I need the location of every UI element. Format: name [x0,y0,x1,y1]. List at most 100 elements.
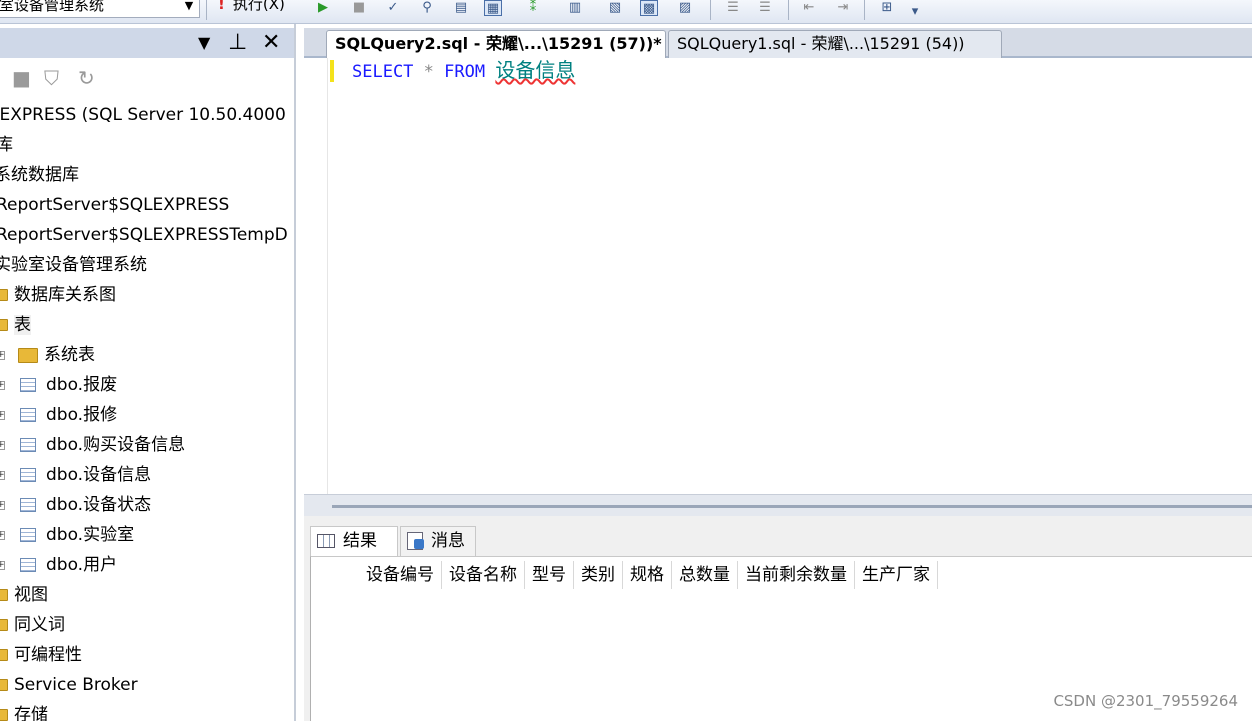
tree-node-table[interactable]: + dbo.实验室 [0,520,294,550]
column-header[interactable]: 型号 [525,561,574,589]
watermark: CSDN @2301_79559264 [1053,692,1238,710]
tab-sqlquery2[interactable]: SQLQuery2.sql - 荣耀\...\15291 (57))* [326,30,666,58]
grid-header-row: 设备编号 设备名称 型号 类别 规格 总数量 当前剩余数量 生产厂家 [359,561,938,589]
tree-node-table[interactable]: + dbo.用户 [0,550,294,580]
column-header[interactable]: 设备编号 [359,561,442,589]
tree-node-programmability[interactable]: 可编程性 [0,640,82,670]
tree-node-reportserver[interactable]: ReportServer$SQLEXPRESS [0,190,229,220]
editor-gutter [304,58,328,494]
query-editor[interactable]: SELECT * FROM 设备信息 [304,58,1252,494]
results-to-text-icon[interactable]: ▧ [606,0,624,16]
tree-node-server[interactable]: LEXPRESS (SQL Server 10.50.4000 [0,100,286,130]
tree-node-label: 库 [0,135,13,155]
column-header[interactable]: 总数量 [672,561,738,589]
expand-icon[interactable]: + [0,351,5,360]
uncomment-icon[interactable]: ☰ [756,0,774,16]
results-to-grid-icon[interactable]: ▦ [484,0,502,16]
parse-check-icon[interactable]: ✓ [384,0,402,16]
comment-icon[interactable]: ☰ [724,0,742,16]
tab-results[interactable]: 结果 [310,526,398,556]
column-header[interactable]: 设备名称 [442,561,525,589]
operator-star: * [423,62,434,82]
debug-play-icon[interactable]: ▶ [314,0,332,16]
document-tab-strip: SQLQuery2.sql - 荣耀\...\15291 (57))* SQLQ… [304,28,1252,58]
tree-node-views[interactable]: 视图 [0,580,48,610]
tree-node-label: dbo.实验室 [46,525,135,545]
results-grid-toggle-icon[interactable]: ▩ [640,0,658,16]
column-header[interactable]: 规格 [623,561,672,589]
expand-icon[interactable]: + [0,381,5,390]
change-marker [330,60,334,82]
expand-icon[interactable]: + [0,441,5,450]
tree-node-label: 同义词 [14,615,65,635]
tree-node-table[interactable]: + dbo.设备信息 [0,460,294,490]
display-plan-icon[interactable]: ⚲ [418,0,436,16]
toolbar-divider [710,0,711,20]
tree-node-label: dbo.报废 [46,375,118,395]
expand-icon[interactable]: + [0,411,5,420]
tree-node-label: 存储 [14,705,48,721]
tree-node-label: 表 [14,315,31,335]
stop-icon[interactable]: ■ [350,0,368,16]
folder-icon [0,649,8,661]
execute-button[interactable]: ! 执行(X) [218,0,285,14]
column-header[interactable]: 类别 [574,561,623,589]
column-header[interactable]: 生产厂家 [855,561,938,589]
tree-node-tables[interactable]: 表 [0,310,31,340]
chevron-down-icon[interactable]: ▼ [179,0,199,17]
tree-node-label: 实验室设备管理系统 [0,255,147,275]
expand-icon[interactable]: + [0,501,5,510]
increase-indent-icon[interactable]: ⇥ [834,0,852,16]
tab-label: 消息 [431,531,465,551]
tree-node-service-broker[interactable]: Service Broker [0,670,138,700]
execute-icon: ! [218,0,225,13]
column-header[interactable]: 当前剩余数量 [738,561,855,589]
database-select[interactable]: 室设备管理系统 ▼ [0,0,200,18]
tree-node-storage[interactable]: 存储 [0,700,48,721]
specify-template-icon[interactable]: ⊞ [878,0,896,16]
table-icon [20,498,36,512]
toolbar-divider [788,0,789,20]
expand-icon[interactable]: + [0,561,5,570]
tree-node-databases[interactable]: 库 [0,130,13,160]
tree-node-table[interactable]: + dbo.报废 [0,370,294,400]
folder-icon [18,347,38,363]
editor-results-splitter[interactable] [304,494,1252,516]
tab-label: SQLQuery2.sql - 荣耀\...\15291 (57))* [335,34,662,53]
expand-icon[interactable]: + [0,531,5,540]
window-position-dropdown-icon[interactable]: ▼ [198,28,210,58]
results-to-file-icon[interactable]: ▨ [676,0,694,16]
tree-node-system-databases[interactable]: 系统数据库 [0,160,79,190]
tree-node-table[interactable]: + dbo.购买设备信息 [0,430,294,460]
tree-node-label: dbo.设备信息 [46,465,152,485]
client-stats-icon[interactable]: ▥ [566,0,584,16]
tree-node-diagrams[interactable]: 数据库关系图 [0,280,116,310]
tab-label: SQLQuery1.sql - 荣耀\...\15291 (54)) [677,34,965,53]
stop-icon[interactable]: ■ [12,66,31,90]
include-plan-icon[interactable]: ⁑ [524,0,542,16]
refresh-icon[interactable]: ↻ [78,66,95,90]
tree-node-label: dbo.设备状态 [46,495,152,515]
code-line[interactable]: SELECT * FROM 设备信息 [352,58,575,84]
auto-hide-pin-icon[interactable]: ⊥ [228,28,247,58]
tree-node-lab-database[interactable]: 实验室设备管理系统 [0,250,147,280]
expand-icon[interactable]: + [0,471,5,480]
tree-node-label: LEXPRESS (SQL Server 10.50.4000 [0,105,286,125]
tree-node-table[interactable]: + dbo.报修 [0,400,294,430]
filter-icon[interactable]: ⛉ [44,66,59,90]
tree-node-table[interactable]: + dbo.设备状态 [0,490,294,520]
query-designer-icon[interactable]: ▤ [452,0,470,16]
database-select-value: 室设备管理系统 [0,0,105,14]
tree-node-label: 可编程性 [14,645,82,665]
tree-node-synonyms[interactable]: 同义词 [0,610,65,640]
tree-node-reportserver-tempdb[interactable]: ReportServer$SQLEXPRESSTempD [0,220,288,250]
horizontal-scrollbar[interactable] [332,505,1252,508]
close-icon[interactable]: ✕ [262,28,280,58]
tab-sqlquery1[interactable]: SQLQuery1.sql - 荣耀\...\15291 (54)) [668,30,1002,58]
tab-messages[interactable]: 消息 [400,526,476,556]
decrease-indent-icon[interactable]: ⇤ [800,0,818,16]
tree-node-system-tables[interactable]: + 系统表 [0,340,294,370]
toolbar-overflow-icon[interactable]: ▾ [906,4,924,20]
toolbar-divider [206,0,207,20]
keyword-from: FROM [444,62,486,82]
